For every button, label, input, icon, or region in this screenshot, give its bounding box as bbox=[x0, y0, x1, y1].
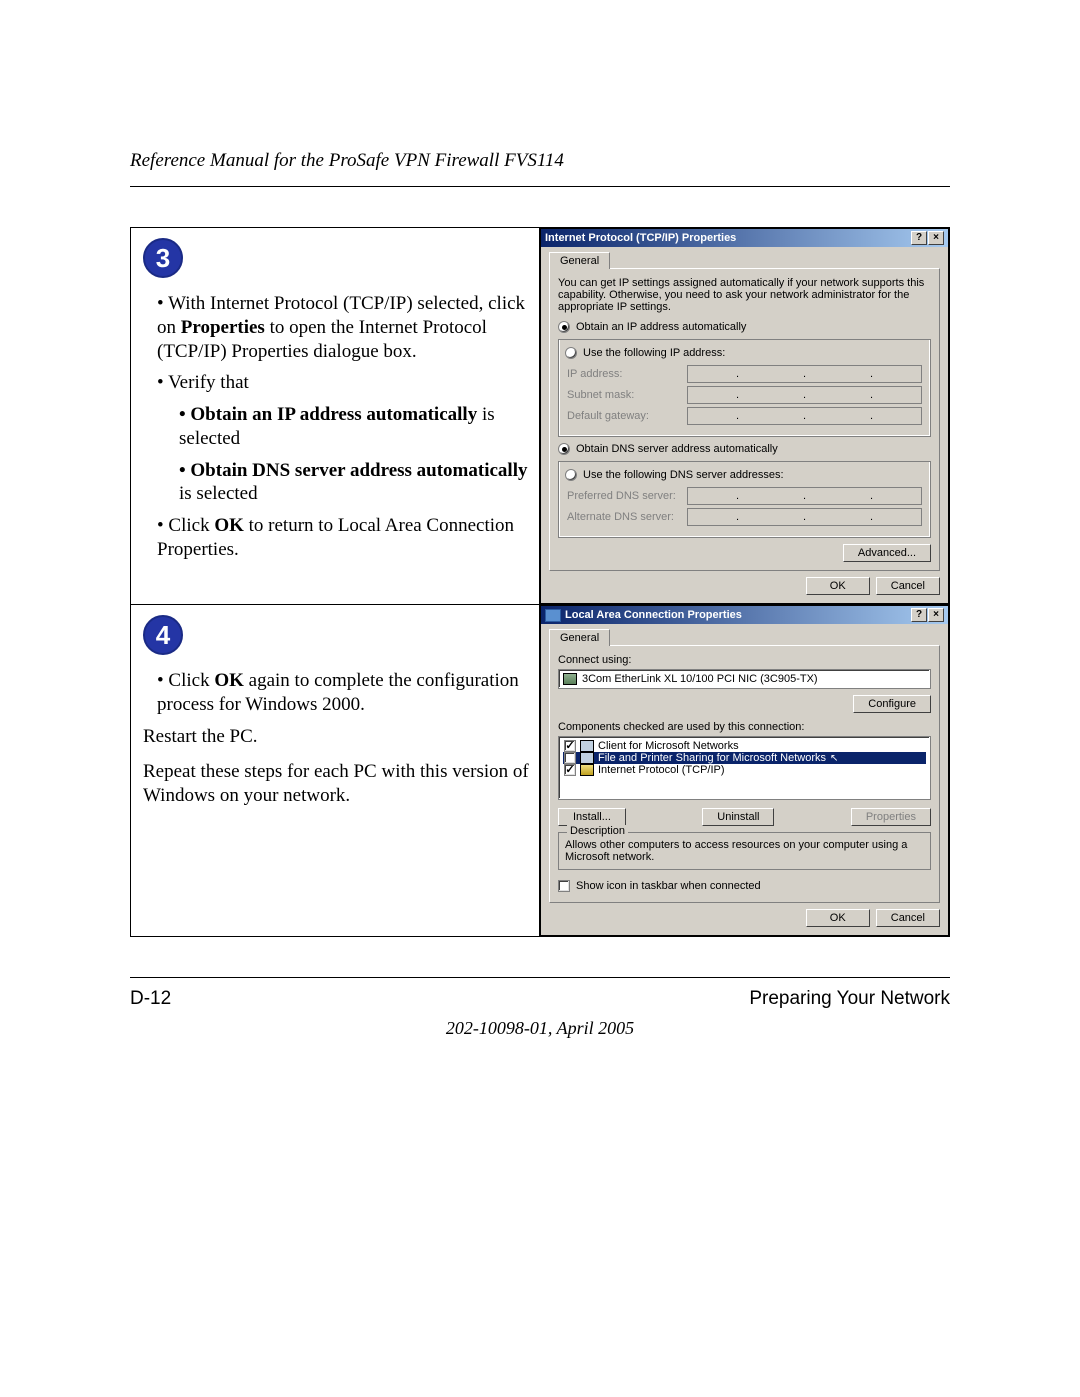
step3-b1-bold: Properties bbox=[181, 317, 265, 338]
adapter-field: 3Com EtherLink XL 10/100 PCI NIC (3C905-… bbox=[558, 669, 931, 689]
configure-button[interactable]: Configure bbox=[853, 695, 931, 713]
step-3-badge: 3 bbox=[143, 238, 183, 278]
ip-address-label: IP address: bbox=[567, 368, 687, 380]
advanced-button[interactable]: Advanced... bbox=[843, 544, 931, 562]
radio-ip-auto[interactable]: Obtain an IP address automatically bbox=[558, 321, 931, 333]
lac-title-text: Local Area Connection Properties bbox=[565, 609, 742, 621]
page-header: Reference Manual for the ProSafe VPN Fir… bbox=[130, 150, 950, 187]
list-item-tcpip[interactable]: Internet Protocol (TCP/IP) bbox=[563, 764, 926, 776]
uninstall-button[interactable]: Uninstall bbox=[702, 808, 774, 826]
show-icon-label: Show icon in taskbar when connected bbox=[576, 880, 761, 892]
step-4-instructions: Click OK again to complete the configura… bbox=[131, 669, 539, 816]
step4-b1-bold: OK bbox=[214, 670, 244, 691]
tcpip-dialog: Internet Protocol (TCP/IP) Properties ? … bbox=[540, 228, 949, 604]
radio-ip-manual-label: Use the following IP address: bbox=[583, 347, 725, 359]
list-item-tcpip-label: Internet Protocol (TCP/IP) bbox=[598, 764, 725, 776]
tab-general[interactable]: General bbox=[549, 252, 610, 269]
step3-b2: Verify that bbox=[168, 372, 249, 393]
checkbox-icon[interactable] bbox=[558, 880, 570, 892]
lac-title: Local Area Connection Properties bbox=[545, 609, 911, 622]
help-icon[interactable]: ? bbox=[911, 231, 927, 245]
doc-id: 202-10098-01, April 2005 bbox=[130, 1018, 950, 1039]
adns-label: Alternate DNS server: bbox=[567, 511, 687, 523]
radio-icon bbox=[558, 443, 570, 455]
description-box: Description Allows other computers to ac… bbox=[558, 832, 931, 870]
radio-icon bbox=[558, 321, 570, 333]
radio-icon bbox=[565, 347, 577, 359]
radio-dns-manual[interactable]: Use the following DNS server addresses: bbox=[565, 469, 788, 481]
radio-ip-auto-label: Obtain an IP address automatically bbox=[576, 321, 746, 333]
radio-ip-manual[interactable]: Use the following IP address: bbox=[565, 347, 729, 359]
step4-p2: Repeat these steps for each PC with this… bbox=[143, 760, 529, 808]
share-icon bbox=[580, 752, 594, 764]
step3-b2b-post: is selected bbox=[179, 483, 258, 504]
step-4-badge: 4 bbox=[143, 615, 183, 655]
section-title: Preparing Your Network bbox=[749, 988, 950, 1010]
help-icon[interactable]: ? bbox=[911, 608, 927, 622]
protocol-icon bbox=[580, 764, 594, 776]
tab-general[interactable]: General bbox=[549, 629, 610, 646]
step3-b2a-bold: Obtain an IP address automatically bbox=[190, 404, 477, 425]
adns-input: ... bbox=[687, 508, 922, 526]
tcpip-intro: You can get IP settings assigned automat… bbox=[558, 277, 931, 313]
ok-button[interactable]: OK bbox=[806, 577, 870, 595]
adapter-name: 3Com EtherLink XL 10/100 PCI NIC (3C905-… bbox=[582, 673, 818, 685]
connect-using-label: Connect using: bbox=[558, 654, 931, 666]
step4-p1: Restart the PC. bbox=[143, 725, 529, 749]
gateway-label: Default gateway: bbox=[567, 410, 687, 422]
nic-icon bbox=[563, 673, 577, 685]
step3-b3-bold: OK bbox=[214, 515, 244, 536]
pdns-input: ... bbox=[687, 487, 922, 505]
lan-icon bbox=[545, 609, 561, 622]
checkbox-icon[interactable] bbox=[564, 764, 576, 776]
radio-icon bbox=[565, 469, 577, 481]
show-icon-checkbox-row[interactable]: Show icon in taskbar when connected bbox=[558, 880, 931, 892]
radio-dns-auto[interactable]: Obtain DNS server address automatically bbox=[558, 443, 931, 455]
cursor-icon: ↖ bbox=[830, 753, 838, 764]
radio-dns-manual-label: Use the following DNS server addresses: bbox=[583, 469, 784, 481]
step-3-instructions: With Internet Protocol (TCP/IP) selected… bbox=[131, 292, 539, 578]
description-legend: Description bbox=[567, 825, 628, 837]
ok-button[interactable]: OK bbox=[806, 909, 870, 927]
install-button[interactable]: Install... bbox=[558, 808, 626, 826]
close-icon[interactable]: × bbox=[928, 608, 944, 622]
lac-dialog: Local Area Connection Properties ? × Gen… bbox=[540, 605, 949, 936]
step3-b3-pre: Click bbox=[168, 515, 214, 536]
gateway-input: ... bbox=[687, 407, 922, 425]
step4-b1-pre: Click bbox=[168, 670, 214, 691]
step3-b2b-bold: Obtain DNS server address automatically bbox=[190, 460, 527, 481]
tcpip-title: Internet Protocol (TCP/IP) Properties bbox=[545, 232, 911, 244]
subnet-mask-input: ... bbox=[687, 386, 922, 404]
radio-dns-auto-label: Obtain DNS server address automatically bbox=[576, 443, 778, 455]
pdns-label: Preferred DNS server: bbox=[567, 490, 687, 502]
close-icon[interactable]: × bbox=[928, 231, 944, 245]
properties-button[interactable]: Properties bbox=[851, 808, 931, 826]
checkbox-icon[interactable] bbox=[564, 740, 576, 752]
list-item-client[interactable]: Client for Microsoft Networks bbox=[563, 740, 926, 752]
client-icon bbox=[580, 740, 594, 752]
components-listbox[interactable]: Client for Microsoft Networks File and P… bbox=[558, 736, 931, 800]
list-item-file-sharing[interactable]: File and Printer Sharing for Microsoft N… bbox=[563, 752, 926, 764]
cancel-button[interactable]: Cancel bbox=[876, 577, 940, 595]
checkbox-icon[interactable] bbox=[564, 752, 576, 764]
list-item-client-label: Client for Microsoft Networks bbox=[598, 740, 739, 752]
description-text: Allows other computers to access resourc… bbox=[565, 839, 907, 863]
page-number: D-12 bbox=[130, 988, 171, 1010]
list-item-file-sharing-label: File and Printer Sharing for Microsoft N… bbox=[598, 752, 826, 764]
subnet-mask-label: Subnet mask: bbox=[567, 389, 687, 401]
components-label: Components checked are used by this conn… bbox=[558, 721, 931, 733]
ip-address-input: ... bbox=[687, 365, 922, 383]
cancel-button[interactable]: Cancel bbox=[876, 909, 940, 927]
